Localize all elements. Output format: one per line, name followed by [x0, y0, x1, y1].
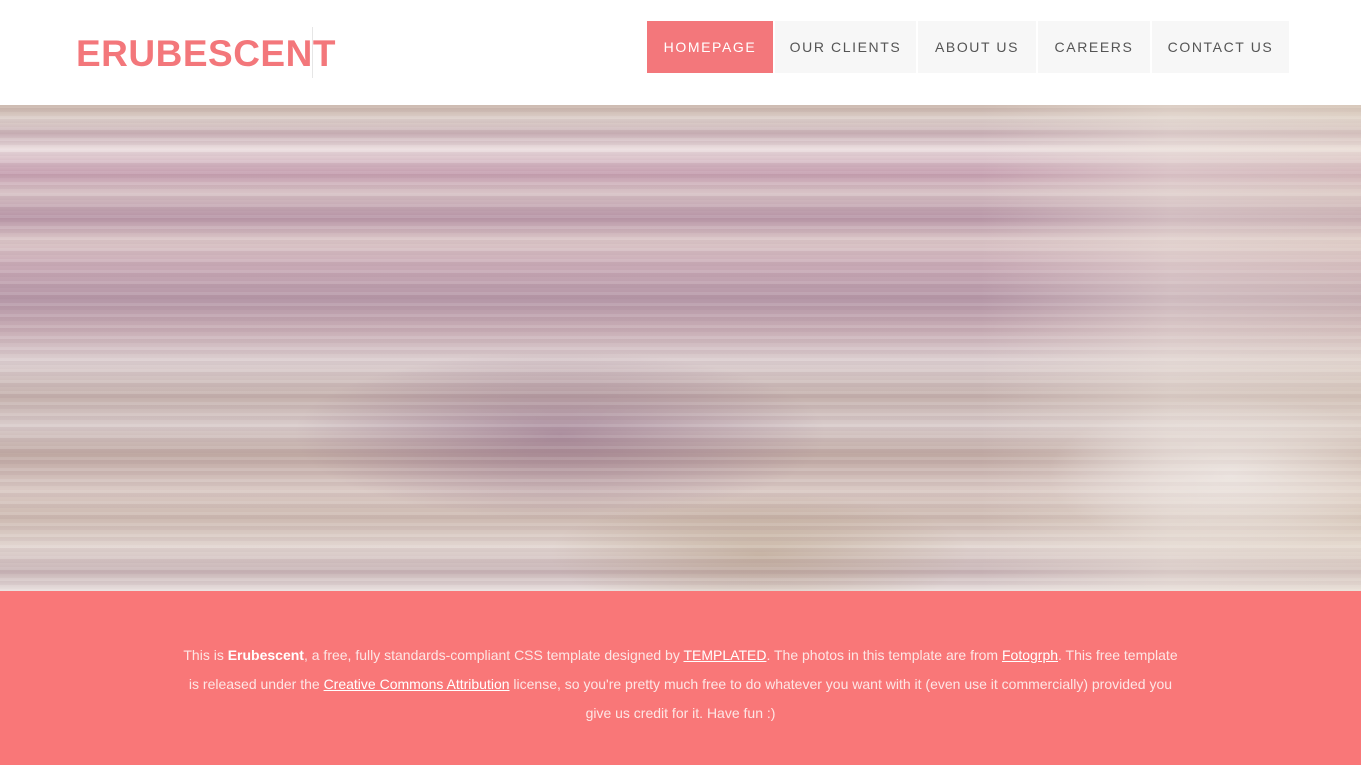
nav-item-our-clients[interactable]: OUR CLIENTS — [775, 21, 916, 73]
license-link[interactable]: Creative Commons Attribution — [324, 676, 510, 692]
intro-text-part: license, so you're pretty much free to d… — [509, 676, 1173, 721]
page: ERUBESCENT HOMEPAGE OUR CLIENTS ABOUT US… — [0, 0, 1361, 765]
site-header: ERUBESCENT HOMEPAGE OUR CLIENTS ABOUT US… — [0, 0, 1361, 105]
site-logo[interactable]: ERUBESCENT — [76, 30, 336, 78]
nav-item-about-us[interactable]: ABOUT US — [918, 21, 1036, 73]
main-nav: HOMEPAGE OUR CLIENTS ABOUT US CAREERS CO… — [647, 21, 1289, 73]
nav-item-careers[interactable]: CAREERS — [1038, 21, 1150, 73]
templated-link[interactable]: TEMPLATED — [683, 647, 766, 663]
nav-item-homepage[interactable]: HOMEPAGE — [647, 21, 773, 73]
hero-banner-image — [0, 105, 1361, 591]
logo-divider — [312, 27, 313, 78]
fotogrph-link[interactable]: Fotogrph — [1002, 647, 1058, 663]
intro-text-part: . The photos in this template are from — [766, 647, 1002, 663]
intro-section: This is Erubescent, a free, fully standa… — [0, 591, 1361, 765]
intro-text: This is Erubescent, a free, fully standa… — [180, 641, 1181, 728]
brand-name-bold: Erubescent — [227, 647, 304, 663]
nav-item-contact-us[interactable]: CONTACT US — [1152, 21, 1289, 73]
intro-text-part: , a free, fully standards-compliant CSS … — [303, 647, 684, 663]
intro-text-part: This is — [183, 647, 228, 663]
banner-tint — [980, 105, 1361, 591]
